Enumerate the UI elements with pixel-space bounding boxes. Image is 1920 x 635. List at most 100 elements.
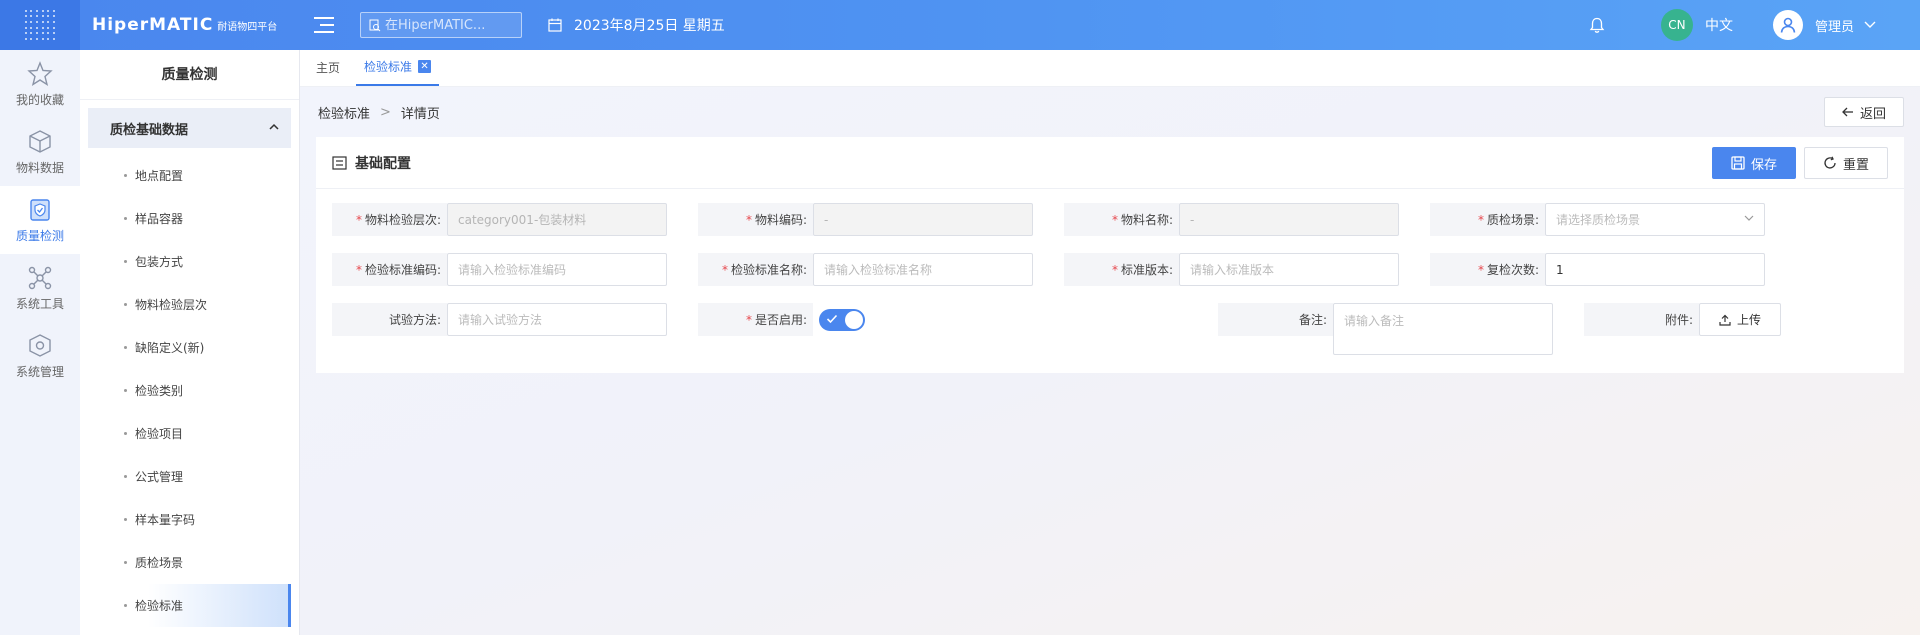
sidebar-title: 质量检测 [80, 50, 299, 100]
rail-item-favorites[interactable]: 我的收藏 [0, 50, 80, 118]
field-label-text: 物料检验层次: [364, 213, 441, 227]
language-badge[interactable]: CN [1660, 9, 1693, 41]
sidebar-item-label: 质检场景 [135, 556, 184, 570]
brand-sub-text: 耐语物四平台 [217, 22, 278, 33]
field-label-text: 试验方法: [388, 313, 441, 327]
tab-home[interactable]: 主页 [308, 49, 348, 86]
recheck-count-input[interactable]: 1 [1545, 253, 1765, 286]
standard-name-input[interactable]: 请输入检验标准名称 [813, 253, 1033, 286]
field-enabled: * 是否启用: [698, 303, 1048, 355]
search-doc-icon [369, 19, 381, 31]
field-label: 附件: [1584, 303, 1699, 336]
field-remark: 备注: 请输入备注 [1218, 303, 1568, 355]
star-icon [27, 60, 53, 86]
field-label: * 检验标准编码: [332, 253, 447, 286]
current-date: 2023年8月25日 星期五 [548, 15, 725, 35]
field-label-text: 检验标准编码: [364, 263, 441, 277]
search-input[interactable] [385, 17, 515, 33]
sidebar-item-location[interactable]: 地点配置 [80, 154, 299, 197]
tab-label: 主页 [316, 60, 341, 75]
breadcrumb: 检验标准 > 详情页 返回 [300, 87, 1920, 137]
sidebar-item-sample-container[interactable]: 样品容器 [80, 197, 299, 240]
rail-label: 系统管理 [15, 364, 64, 379]
standard-code-input[interactable]: 请输入检验标准编码 [447, 253, 667, 286]
shield-check-icon [30, 198, 50, 221]
date-text: 2023年8月25日 星期五 [574, 18, 725, 34]
rail-label: 我的收藏 [15, 92, 64, 107]
field-label-text: 附件: [1664, 313, 1693, 327]
remark-textarea[interactable]: 请输入备注 [1333, 303, 1553, 355]
top-header: HiperMATIC 耐语物四平台 2023年8月25日 星期五 CN 中文 管… [0, 0, 1920, 50]
dot-grid-icon [24, 9, 56, 41]
global-search[interactable] [360, 12, 522, 38]
save-button[interactable]: 保存 [1712, 147, 1796, 179]
sidebar-item-defect[interactable]: 缺陷定义(新) [80, 326, 299, 369]
upload-button[interactable]: 上传 [1699, 303, 1781, 336]
app-grid-logo[interactable] [0, 0, 80, 50]
rail-item-system[interactable]: 系统管理 [0, 322, 80, 390]
sidebar-item-label: 检验类别 [135, 384, 184, 398]
chevron-down-icon [1744, 215, 1754, 221]
sidebar-item-label: 地点配置 [135, 169, 184, 183]
material-level-input: category001-包装材料 [447, 203, 667, 236]
reset-button[interactable]: 重置 [1804, 147, 1888, 179]
field-label: * 检验标准名称: [698, 253, 813, 286]
sidebar-item-inspection-level[interactable]: 物料检验层次 [80, 283, 299, 326]
field-standard-code: * 检验标准编码: 请输入检验标准编码 [332, 253, 682, 286]
toggle-knob [845, 311, 863, 329]
enabled-toggle[interactable] [819, 309, 865, 331]
back-button[interactable]: 返回 [1824, 97, 1904, 127]
user-avatar[interactable] [1772, 10, 1803, 40]
field-attachment: 附件: 上传 [1584, 303, 1920, 355]
basic-config-panel: 基础配置 保存 重置 * 物料检验层次: category001-包装材料 * 物料… [316, 137, 1904, 373]
sidebar-item-label: 样本量字码 [135, 513, 196, 527]
standard-version-input[interactable]: 请输入标准版本 [1179, 253, 1399, 286]
breadcrumb-first[interactable]: 检验标准 [318, 103, 370, 122]
menu-group-quality-base[interactable]: 质检基础数据 [88, 108, 291, 148]
language-label[interactable]: 中文 [1705, 15, 1733, 35]
header-right: CN 中文 管理员 [1589, 0, 1920, 50]
rail-item-quality[interactable]: 质量检测 [0, 186, 80, 254]
close-icon[interactable]: ✕ [418, 60, 432, 73]
sidebar-item-formula[interactable]: 公式管理 [80, 455, 299, 498]
field-label: * 是否启用: [698, 303, 813, 336]
sidebar-item-standard[interactable]: 检验标准 [88, 584, 291, 627]
field-label-text: 物料编码: [754, 213, 807, 227]
rail-item-tools[interactable]: 系统工具 [0, 254, 80, 322]
sidebar-item-scene[interactable]: 质检场景 [80, 541, 299, 584]
quality-scene-select[interactable]: 请选择质检场景 [1545, 203, 1765, 236]
calendar-icon [548, 18, 562, 32]
save-icon [1731, 156, 1745, 170]
rail-item-material[interactable]: 物料数据 [0, 118, 80, 186]
field-material-name: * 物料名称: - [1064, 203, 1414, 236]
bell-icon[interactable] [1589, 17, 1605, 34]
material-name-input: - [1179, 203, 1399, 236]
field-label: * 物料检验层次: [332, 203, 447, 236]
menu-toggle-icon[interactable] [314, 17, 334, 33]
module-rail: 我的收藏 物料数据 质量检测 系统工具 系统管理 [0, 50, 80, 635]
test-method-input[interactable]: 请输入试验方法 [447, 303, 667, 336]
sidebar-item-packaging[interactable]: 包装方式 [80, 240, 299, 283]
check-icon [826, 314, 838, 324]
sidebar-item-inspection-category[interactable]: 检验类别 [80, 369, 299, 412]
panel-title: 基础配置 [355, 155, 411, 172]
field-label-text: 质检场景: [1486, 213, 1539, 227]
tab-inspection-standard[interactable]: 检验标准 ✕ [356, 49, 440, 86]
field-standard-version: * 标准版本: 请输入标准版本 [1064, 253, 1414, 286]
arrow-left-icon [1842, 107, 1853, 117]
breadcrumb-separator: > [380, 104, 391, 120]
sidebar-item-label: 检验标准 [135, 599, 184, 613]
sidebar-item-sample-code[interactable]: 样本量字码 [80, 498, 299, 541]
upload-icon [1719, 314, 1731, 326]
user-name[interactable]: 管理员 [1815, 16, 1854, 35]
field-label: * 物料编码: [698, 203, 813, 236]
upload-label: 上传 [1736, 313, 1761, 327]
sidebar-item-inspection-item[interactable]: 检验项目 [80, 412, 299, 455]
page-tabs: 主页 检验标准 ✕ [300, 50, 1920, 87]
sidebar-item-label: 检验项目 [135, 427, 184, 441]
brand-main-text: HiperMATIC [92, 15, 214, 35]
field-label: * 复检次数: [1430, 253, 1545, 286]
cube-icon [29, 129, 51, 153]
chevron-down-icon[interactable] [1864, 21, 1876, 29]
field-label-text: 检验标准名称: [730, 263, 807, 277]
